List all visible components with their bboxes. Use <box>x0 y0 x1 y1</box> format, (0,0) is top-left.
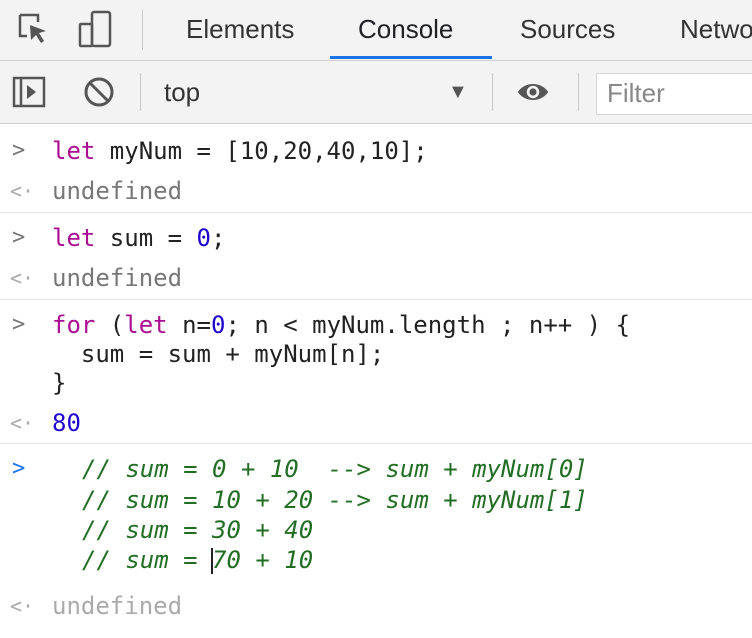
input-line: for (let n=0; n < myNum.length ; n++ ) { <box>52 311 631 339</box>
eye-icon[interactable] <box>516 73 550 111</box>
console-toolbar: top ▼ <box>0 61 752 124</box>
result-value: undefined <box>52 592 183 620</box>
clear-console-icon[interactable] <box>82 73 116 111</box>
filter-input[interactable] <box>597 74 752 112</box>
prompt-icon: > <box>12 456 26 481</box>
result-value: undefined <box>52 177 183 205</box>
console-entry: > let sum = 0; <· undefined <box>0 213 752 300</box>
console-prompt-area[interactable]: > // sum = 0 + 10 --> sum + myNum[0] // … <box>0 444 752 638</box>
devtools-tabbar: Elements Console Sources Netwo <box>0 0 752 61</box>
toolbar-divider <box>140 73 141 111</box>
console-entry: > let myNum = [10,20,40,10]; <· undefine… <box>0 124 752 213</box>
inspect-icon[interactable] <box>16 10 50 48</box>
toolbar-divider <box>578 73 579 111</box>
input-line: let myNum = [10,20,40,10]; <box>52 137 428 165</box>
result-value: 80 <box>52 409 81 437</box>
comment-line: // sum = 10 + 20 --> sum + myNum[1] <box>82 486 588 514</box>
input-line: let sum = 0; <box>52 224 226 252</box>
result-value: undefined <box>52 264 183 292</box>
prompt-icon: > <box>12 312 26 337</box>
result-icon: <· <box>10 179 35 203</box>
tabbar-divider <box>142 10 143 50</box>
tab-sources[interactable]: Sources <box>520 0 615 60</box>
result-icon: <· <box>10 594 35 618</box>
prompt-icon: > <box>12 225 26 250</box>
filter-box <box>596 73 752 115</box>
toolbar-divider <box>492 73 493 111</box>
prompt-icon: > <box>12 138 26 163</box>
comment-line: // sum = 30 + 40 <box>82 516 314 544</box>
device-toolbar-icon[interactable] <box>78 10 112 48</box>
input-line: } <box>52 369 67 397</box>
result-icon: <· <box>10 411 35 435</box>
context-selector[interactable]: top <box>164 61 200 123</box>
input-line: sum = sum + myNum[n]; <box>52 340 385 368</box>
active-tab-indicator <box>330 56 492 59</box>
tab-network[interactable]: Netwo <box>680 0 752 60</box>
comment-line: // sum = 0 + 10 --> sum + myNum[0] <box>82 455 588 483</box>
console-output[interactable]: > let myNum = [10,20,40,10]; <· undefine… <box>0 124 752 638</box>
console-entry: > for (let n=0; n < myNum.length ; n++ )… <box>0 300 752 444</box>
sidebar-toggle-icon[interactable] <box>12 73 46 111</box>
result-icon: <· <box>10 266 35 290</box>
dropdown-arrow-icon[interactable]: ▼ <box>448 61 468 123</box>
tab-console[interactable]: Console <box>358 0 453 60</box>
comment-line: // sum = 70 + 10 <box>82 546 314 574</box>
tab-elements[interactable]: Elements <box>186 0 294 60</box>
